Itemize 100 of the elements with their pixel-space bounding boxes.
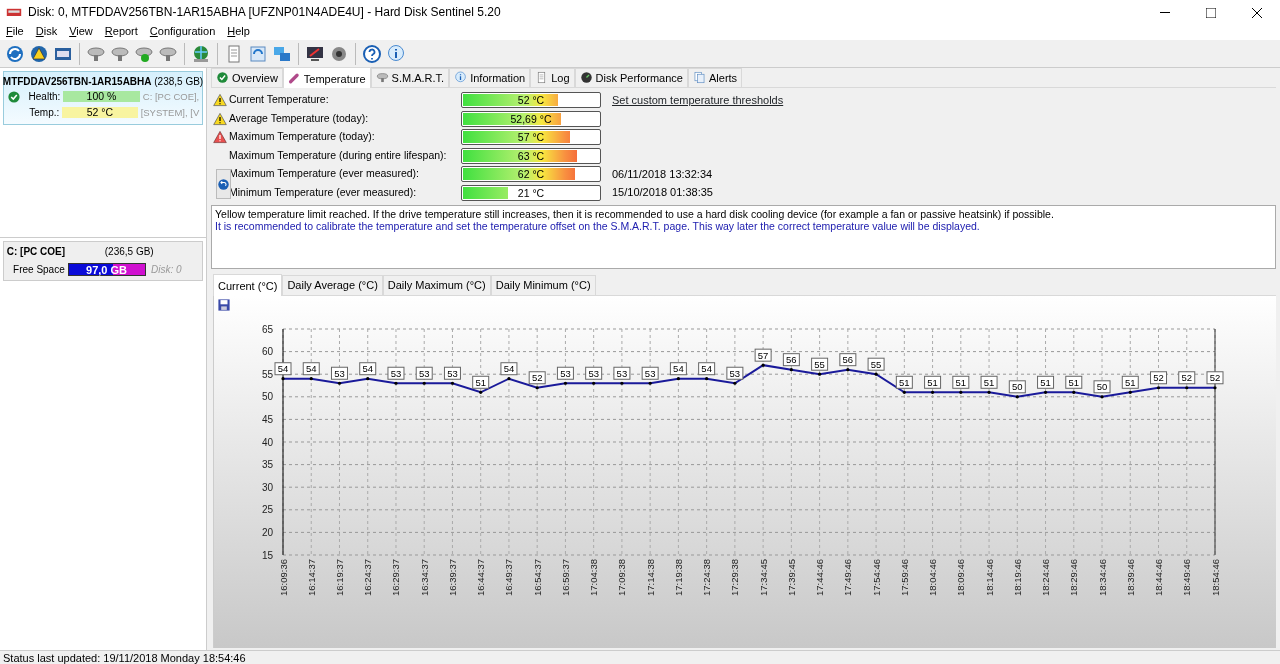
close-icon <box>1252 7 1262 18</box>
axis-tick-label: 17:39:45 <box>785 559 797 596</box>
data-point <box>1015 395 1019 399</box>
data-point <box>1072 390 1076 394</box>
data-label: 51 <box>899 376 910 388</box>
data-point <box>874 372 878 376</box>
menu-item[interactable]: Disk <box>29 24 64 40</box>
data-label: 53 <box>443 366 461 380</box>
pill-icon <box>287 72 301 86</box>
data-label: 52 <box>1150 371 1167 385</box>
axis-tick-label: 16:39:37 <box>446 559 458 596</box>
data-label: 55 <box>811 357 829 371</box>
partition-name: C: [PC COE] <box>6 244 67 259</box>
data-label: 54 <box>359 362 377 376</box>
data-label: 53 <box>585 366 603 380</box>
axis-tick-label: 17:44:46 <box>814 559 826 596</box>
menu-item[interactable]: Configuration <box>143 24 222 40</box>
field-label: Free Space <box>12 262 65 277</box>
data-point <box>818 372 822 376</box>
data-point <box>1100 395 1104 399</box>
field-label: Temp.: <box>28 106 60 121</box>
temperature-value: 52 °C <box>516 93 546 107</box>
menu-item[interactable]: Report <box>98 24 144 40</box>
temperature-value: 62 °C <box>516 167 546 181</box>
temperature-label: Current Temperature: <box>229 92 330 108</box>
pages-icon <box>693 71 706 85</box>
data-label: 54 <box>669 362 687 376</box>
axis-tick-label: 60 <box>261 346 273 358</box>
hdd-icon <box>375 71 389 85</box>
disk-card[interactable]: MTFDDAV256TBN-1AR15ABHA (238,5 GB) Health: 100 % C: [PC COE], Temp.: 52 °C [SYSTEM], [V <box>2 70 204 125</box>
axis-tick-label: 17:24:38 <box>701 559 713 596</box>
axis-tick-label: 18:09:46 <box>955 559 967 596</box>
chart-tab[interactable]: Daily Maximum (°C) <box>382 275 491 295</box>
data-point <box>507 377 511 381</box>
save-button[interactable] <box>216 298 231 313</box>
axis-tick-label: 18:24:46 <box>1040 559 1052 596</box>
data-label: 51 <box>1040 376 1051 388</box>
data-point <box>1213 386 1217 390</box>
message-text: Yellow temperature limit reached. If the drive temperature still increases, then it is recommended to use a hard disk cooling device (for example a fan or passive heatsink) if possible. <box>215 207 1055 220</box>
data-label: 56 <box>786 354 797 366</box>
data-label: 52 <box>1178 371 1196 385</box>
axis-tick-label: 40 <box>261 436 273 448</box>
data-label: 50 <box>1012 381 1023 393</box>
data-label: 51 <box>1037 375 1055 389</box>
data-point <box>394 381 398 385</box>
axis-tick-label: 17:59:46 <box>898 559 910 596</box>
data-label: 53 <box>387 366 405 380</box>
chart-tab[interactable]: Current (°C) <box>213 274 283 296</box>
minimize-icon <box>1160 12 1170 14</box>
axis-tick-label: 30 <box>261 481 273 493</box>
axis-tick-label: 25 <box>261 504 273 516</box>
tab[interactable]: Overview <box>211 67 283 87</box>
timestamp: 15/10/2018 01:38:35 <box>612 185 713 201</box>
data-label: 52 <box>1206 371 1224 385</box>
back-button[interactable] <box>216 169 231 199</box>
data-label: 57 <box>754 348 772 362</box>
data-label: 56 <box>782 353 800 367</box>
axis-tick-label: 16:49:37 <box>503 559 515 596</box>
thresholds-link[interactable]: Set custom temperature thresholds <box>612 91 784 109</box>
info-icon <box>385 43 406 64</box>
data-point <box>648 381 652 385</box>
menu-item[interactable]: Help <box>221 24 256 40</box>
data-point <box>705 377 709 381</box>
axis-tick-label: 65 <box>261 323 273 335</box>
data-label: 53 <box>556 366 574 380</box>
window-title: Disk: 0, MTFDDAV256TBN-1AR15ABHA [UFZNP01N4ADE4U] - Hard Disk Sentinel 5.20 <box>28 4 502 21</box>
menu-item[interactable]: View <box>63 24 99 40</box>
axis-tick-label: 16:24:37 <box>362 559 374 596</box>
tab[interactable]: Log <box>530 67 575 87</box>
menu-item[interactable]: File <box>0 24 30 40</box>
data-label: 53 <box>560 367 571 379</box>
drive-letter: C: [PC COE], <box>142 89 200 104</box>
data-label: 51 <box>472 375 490 389</box>
tab[interactable]: Information <box>449 67 531 87</box>
data-label: 53 <box>613 366 631 380</box>
data-label: 55 <box>867 357 885 371</box>
data-point <box>846 368 850 372</box>
data-label: 51 <box>895 375 913 389</box>
drive-letter: [SYSTEM], [V <box>140 105 200 120</box>
disk-size: (238,5 GB) <box>154 74 204 89</box>
timestamp: 06/11/2018 13:32:34 <box>612 166 713 182</box>
data-point <box>535 386 539 390</box>
disk-number: Disk: 0 <box>151 262 182 277</box>
axis-tick-label: 17:04:38 <box>588 559 600 596</box>
data-label: 51 <box>924 375 942 389</box>
axis-tick-label: 16:59:37 <box>559 559 571 596</box>
data-label: 51 <box>1121 375 1139 389</box>
axis-tick-label: 17:49:46 <box>842 559 854 596</box>
chart-tab[interactable]: Daily Average (°C) <box>282 275 383 295</box>
tab[interactable]: Temperature <box>282 66 371 88</box>
axis-tick-label: 18:14:46 <box>983 559 995 596</box>
data-point <box>987 390 991 394</box>
data-label: 53 <box>331 366 348 380</box>
data-label: 54 <box>698 362 716 376</box>
partition-size: (236,5 GB) <box>104 244 154 259</box>
temperature-value: 57 °C <box>516 130 546 144</box>
data-point <box>1156 386 1161 390</box>
axis-tick-label: 17:19:38 <box>672 559 684 596</box>
data-label: 51 <box>952 375 970 389</box>
chart-tab[interactable]: Daily Minimum (°C) <box>490 275 596 295</box>
